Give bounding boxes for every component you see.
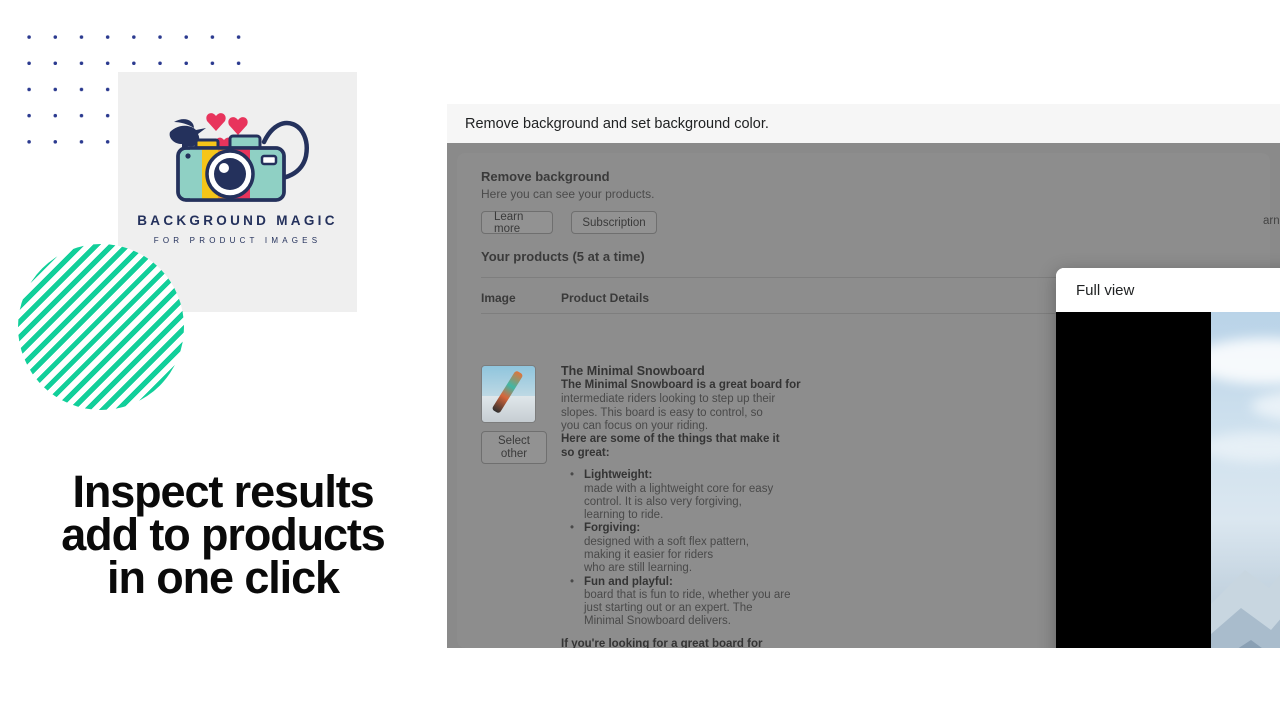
app-topbar-title: Remove background and set background col… xyxy=(465,115,769,132)
logo-wordmark: BACKGROUND MAGIC xyxy=(137,213,338,228)
bullet-0-line-0: made with a lightweight core for easy xyxy=(584,483,774,495)
fragment-learn-more[interactable]: arn xyxy=(1263,215,1280,227)
camera-logo-icon xyxy=(169,113,309,202)
cloud-1 xyxy=(1211,338,1280,384)
bullet-2-line-2: Minimal Snowboard delivers. xyxy=(584,615,732,627)
striped-circle-decoration xyxy=(18,244,184,410)
product-line-0: The Minimal Snowboard is a great board f… xyxy=(561,379,801,391)
full-view-image xyxy=(1211,312,1280,648)
bullet-1-lead: Forgiving: xyxy=(584,522,641,534)
bullet-2-line-0: board that is fun to ride, whether you a… xyxy=(584,589,791,601)
bullet-1-line-2: who are still learning. xyxy=(584,562,693,574)
product-title: The Minimal Snowboard xyxy=(561,364,705,378)
mountain-silhouettes xyxy=(1211,570,1280,648)
app-screenshot: Remove background and set background col… xyxy=(447,104,1280,648)
bullet-0-line-1: control. It is also very forgiving, xyxy=(584,496,742,508)
section-title: Remove background xyxy=(481,169,610,184)
headline-line-1: Inspect results xyxy=(72,466,374,517)
mountain-group xyxy=(1211,484,1280,648)
product-line-4: Here are some of the things that make it xyxy=(561,433,780,445)
product-line-3: you can focus on your riding. xyxy=(561,420,709,432)
column-header-product-details: Product Details xyxy=(561,291,650,305)
bullet-0-lead: Lightweight: xyxy=(584,469,653,481)
bullet-marker-1: • xyxy=(570,522,575,534)
modal-title: Full view xyxy=(1076,281,1135,299)
promo-headline: Inspect results add to products in one c… xyxy=(0,466,446,603)
thumbnail-snow xyxy=(482,395,535,422)
closing-line-0: If you're looking for a great board for xyxy=(561,638,763,648)
product-line-1: intermediate riders looking to step up t… xyxy=(561,393,776,405)
headline-line-3: in one click xyxy=(107,552,340,603)
modal-image-stage xyxy=(1056,312,1280,648)
product-thumbnail[interactable] xyxy=(481,365,536,423)
bullet-2-line-1: just starting out or an expert. The xyxy=(584,602,753,614)
subscription-button[interactable]: Subscription xyxy=(571,211,657,234)
modal-header: Full view xyxy=(1056,268,1280,312)
cloud-5 xyxy=(1211,432,1280,462)
logo-subtitle: FOR PRODUCT IMAGES xyxy=(153,236,322,245)
bullet-1-line-1: making it easier for riders xyxy=(584,549,714,561)
select-other-button[interactable]: Select other xyxy=(481,431,547,464)
bullet-0-line-2: learning to ride. xyxy=(584,509,664,521)
bullet-1-line-0: designed with a soft flex pattern, xyxy=(584,536,749,548)
product-line-2: slopes. This board is easy to control, s… xyxy=(561,407,763,419)
promo-panel: BACKGROUND MAGIC FOR PRODUCT IMAGES Insp… xyxy=(0,0,446,720)
column-header-image: Image xyxy=(481,291,516,305)
app-topbar: Remove background and set background col… xyxy=(447,104,1280,144)
full-view-modal: Full view xyxy=(1056,268,1280,648)
bullet-2-lead: Fun and playful: xyxy=(584,576,673,588)
headline-line-2: add to products xyxy=(61,509,386,560)
section-subtitle: Here you can see your products. xyxy=(481,187,655,201)
bullet-marker-2: • xyxy=(570,576,575,588)
bullet-marker-0: • xyxy=(570,469,575,481)
products-heading: Your products (5 at a time) xyxy=(481,249,645,264)
product-line-5: so great: xyxy=(561,447,610,459)
learn-more-button[interactable]: Learn more xyxy=(481,211,553,235)
